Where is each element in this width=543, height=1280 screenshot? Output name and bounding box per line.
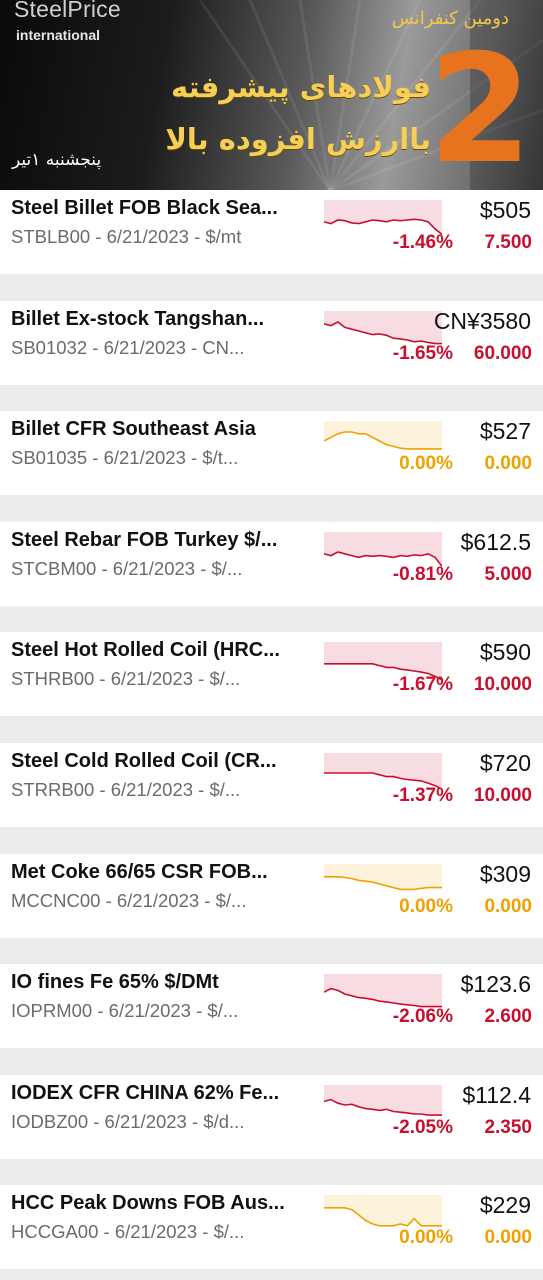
net-change: 2.350 [484, 1116, 532, 1138]
banner-number: 2 [428, 23, 533, 191]
price-row[interactable]: Billet Ex-stock Tangshan... SB01032 - 6/… [0, 300, 543, 385]
net-change: 2.600 [484, 1006, 532, 1028]
price-row[interactable]: Billet CFR Southeast Asia SB01035 - 6/21… [0, 411, 543, 496]
percent-change: -0.81% [392, 563, 453, 585]
price-row[interactable]: Steel Billet FOB Black Sea... STBLB00 - … [0, 190, 543, 274]
net-change: 10.000 [473, 674, 532, 696]
price-value: $590 [479, 639, 531, 666]
brand-logo-text: SteelPrice [14, 0, 121, 22]
price-row[interactable]: Met Coke 66/65 CSR FOB... MCCNC00 - 6/21… [0, 853, 543, 938]
percent-change: -2.06% [392, 1006, 453, 1028]
brand-subtitle: international [16, 27, 101, 43]
commodity-name: Met Coke 66/65 CSR FOB... [11, 860, 268, 883]
net-change: 0.000 [484, 895, 532, 917]
commodity-subtitle: MCCNC00 - 6/21/2023 - $/... [11, 889, 247, 911]
commodity-name: Steel Rebar FOB Turkey $/... [11, 528, 278, 551]
commodity-subtitle: SB01032 - 6/21/2023 - CN... [11, 336, 245, 358]
commodity-name: Steel Hot Rolled Coil (HRC... [11, 639, 280, 662]
net-change: 5.000 [484, 563, 532, 585]
percent-change: -1.46% [392, 232, 453, 253]
price-value: $612.5 [460, 528, 531, 555]
price-value: $309 [479, 860, 531, 887]
price-row[interactable]: IODEX CFR CHINA 62% Fe... IODBZ00 - 6/21… [0, 1074, 543, 1159]
sparkline-area [324, 531, 442, 567]
price-value: $720 [479, 750, 531, 776]
commodity-name: Steel Billet FOB Black Sea... [11, 197, 278, 219]
price-value: $527 [479, 418, 531, 445]
price-row[interactable]: Steel Cold Rolled Coil (CR... STRRB00 - … [0, 743, 543, 827]
commodity-subtitle: HCCGA00 - 6/21/2023 - $/... [11, 1221, 245, 1243]
percent-change: -1.67% [392, 674, 453, 696]
percent-change: -1.65% [392, 342, 453, 364]
price-value: $505 [479, 197, 531, 223]
price-row[interactable]: HCC Peak Downs FOB Aus... HCCGA00 - 6/21… [0, 1185, 543, 1270]
net-change: 10.000 [473, 785, 532, 806]
price-value: $112.4 [462, 1081, 531, 1108]
sparkline-area [324, 753, 442, 790]
net-change: 7.500 [484, 232, 532, 253]
percent-change: -1.37% [392, 785, 453, 806]
sparkline-area [324, 421, 442, 450]
net-change: 60.000 [473, 342, 532, 364]
sparkline-area [324, 200, 442, 235]
percent-change: 0.00% [399, 895, 453, 917]
price-value: $123.6 [460, 971, 531, 998]
banner-title-line1: فولادهای پیشرفته [170, 70, 431, 104]
commodity-subtitle: IOPRM00 - 6/21/2023 - $/... [11, 1000, 239, 1022]
promo-banner[interactable]: SteelPrice international دومین کنفرانس ف… [0, 0, 543, 191]
banner-date: پنجشنبه ۱تیر [12, 150, 102, 170]
commodity-name: HCC Peak Downs FOB Aus... [11, 1192, 285, 1215]
commodity-name: IO fines Fe 65% $/DMt [11, 971, 219, 994]
commodity-subtitle: STCBM00 - 6/21/2023 - $/... [11, 557, 243, 579]
price-row[interactable]: Steel Rebar FOB Turkey $/... STCBM00 - 6… [0, 521, 543, 606]
commodity-name: Billet Ex-stock Tangshan... [11, 307, 265, 330]
commodity-subtitle: SB01035 - 6/21/2023 - $/t... [11, 447, 239, 469]
commodity-subtitle: STRRB00 - 6/21/2023 - $/... [11, 779, 241, 800]
price-row[interactable]: Steel Hot Rolled Coil (HRC... STHRB00 - … [0, 632, 543, 717]
commodity-name: Steel Cold Rolled Coil (CR... [11, 750, 277, 772]
price-value: $229 [479, 1192, 531, 1219]
commodity-name: Billet CFR Southeast Asia [11, 418, 256, 441]
commodity-subtitle: STBLB00 - 6/21/2023 - $/mt [11, 226, 242, 247]
percent-change: -2.05% [392, 1116, 453, 1138]
price-value: CN¥3580 [433, 307, 531, 334]
net-change: 0.000 [484, 1227, 532, 1249]
banner-title-line2: باارزش افزوده بالا [165, 122, 431, 156]
sparkline-area [324, 310, 442, 344]
commodity-name: IODEX CFR CHINA 62% Fe... [11, 1081, 280, 1104]
commodity-subtitle: IODBZ00 - 6/21/2023 - $/d... [11, 1110, 245, 1132]
price-row[interactable]: IO fines Fe 65% $/DMt IOPRM00 - 6/21/202… [0, 964, 543, 1049]
commodity-subtitle: STHRB00 - 6/21/2023 - $/... [11, 668, 241, 690]
percent-change: 0.00% [399, 1227, 453, 1249]
percent-change: 0.00% [399, 453, 453, 475]
sparkline-area [324, 1195, 442, 1227]
net-change: 0.000 [484, 453, 532, 475]
